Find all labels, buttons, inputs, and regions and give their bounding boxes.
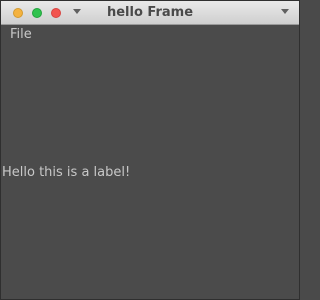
maximize-button[interactable] — [32, 8, 42, 18]
window-options-chevron-down-icon[interactable] — [281, 9, 289, 14]
app-window: hello Frame File Hello this is a label! — [0, 0, 300, 300]
minimize-button[interactable] — [13, 8, 23, 18]
menu-file[interactable]: File — [10, 27, 32, 42]
content-pane: Hello this is a label! — [1, 45, 299, 299]
window-menu-chevron-down-icon[interactable] — [73, 9, 81, 14]
menu-bar: File — [1, 25, 299, 45]
hello-label: Hello this is a label! — [2, 165, 131, 180]
window-title: hello Frame — [106, 5, 194, 20]
title-bar[interactable]: hello Frame — [1, 1, 299, 25]
close-button[interactable] — [51, 8, 61, 18]
